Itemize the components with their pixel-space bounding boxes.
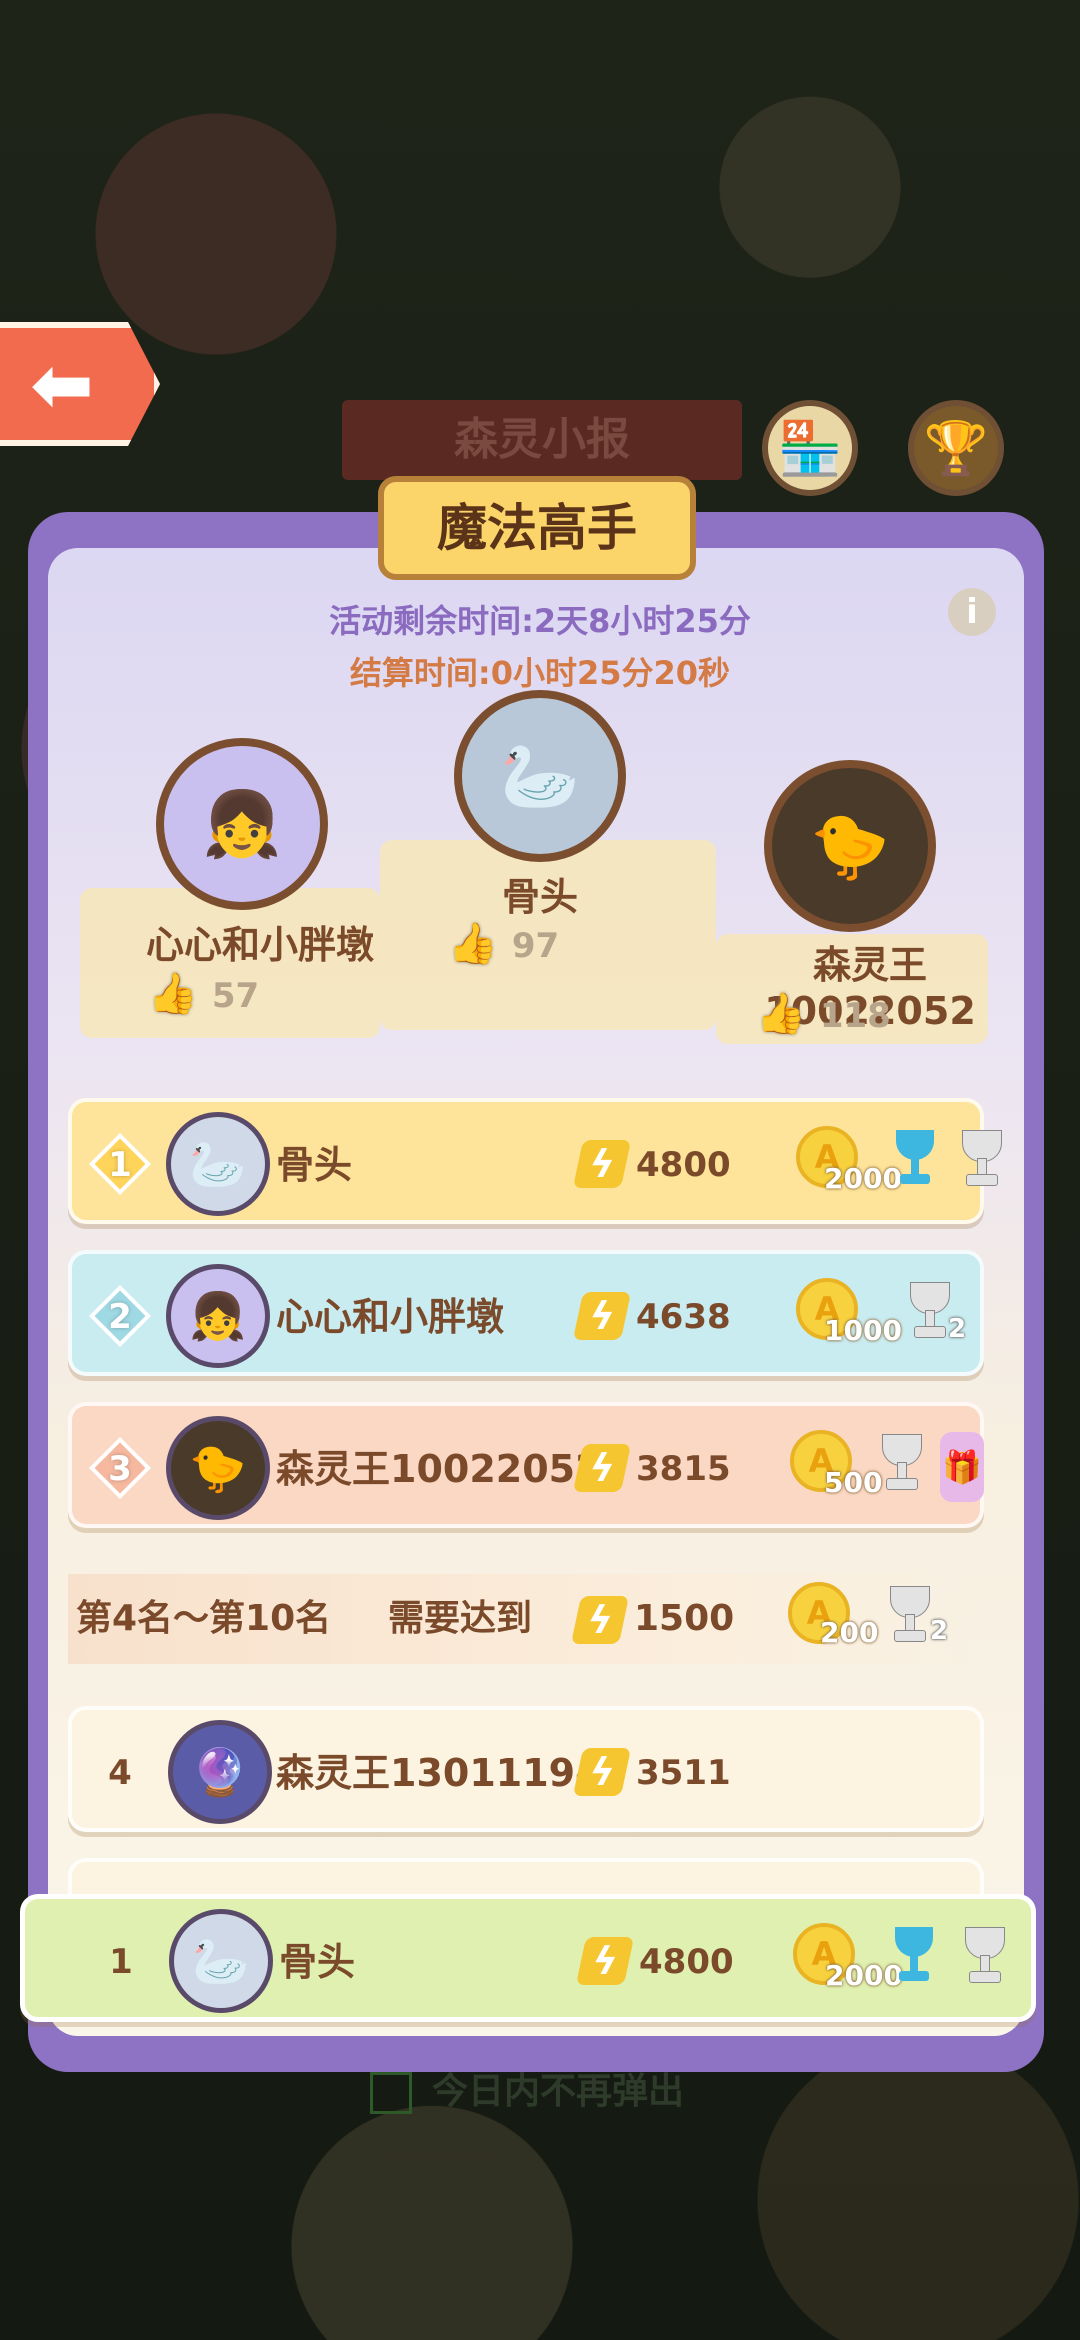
player-name: 森灵王13011194 <box>276 1751 602 1795</box>
silver-trophy-icon <box>965 1927 1005 1983</box>
my-ranking-row[interactable]: 1 🦢 骨头 ϟ 4800 A 2000 <box>20 1894 1036 2022</box>
score: 4800 <box>639 1942 734 1982</box>
player-name: 骨头 <box>279 1940 356 1984</box>
avatar-image: 🐤 <box>810 809 890 884</box>
remaining-time: 活动剩余时间:2天8小时25分 <box>329 602 751 640</box>
avatar-image: 🦢 <box>500 739 580 814</box>
silver-trophy-icon <box>890 1586 930 1642</box>
score: 3511 <box>636 1753 731 1793</box>
shop-icon[interactable]: 🏪 <box>762 400 858 496</box>
podium-second-avatar[interactable]: 👧 <box>156 738 328 910</box>
coin-reward: 2000 <box>824 1162 902 1195</box>
score: 4638 <box>636 1297 731 1337</box>
lightning-icon: ϟ <box>572 1444 632 1492</box>
lightning-icon: ϟ <box>570 1596 630 1644</box>
back-arrow-icon: ⬅ <box>30 339 94 429</box>
coin-reward: 500 <box>824 1466 883 1499</box>
gift-box-icon: 🎁 <box>940 1432 984 1502</box>
rank-number: 3 <box>108 1449 132 1489</box>
coin-reward: 200 <box>820 1616 879 1649</box>
avatar[interactable]: 🦢 <box>166 1112 270 1216</box>
ranking-row-4[interactable]: 4 🔮 森灵王13011194 ϟ 3511 <box>68 1706 984 1832</box>
podium-third-likes[interactable]: 👍 118 <box>756 990 891 1037</box>
podium-second-likes[interactable]: 👍 57 <box>148 970 259 1017</box>
score: 3815 <box>636 1449 731 1489</box>
threshold-score: 1500 <box>634 1598 735 1639</box>
dont-show-today-checkbox[interactable]: 今日内不再弹出 <box>370 2062 684 2114</box>
trophy-count: 2 <box>948 1314 967 1344</box>
coin-reward: 1000 <box>824 1314 902 1347</box>
blue-trophy-icon <box>895 1927 933 1983</box>
podium-third-avatar[interactable]: 🐤 <box>764 760 936 932</box>
rank-number: 1 <box>109 1942 133 1982</box>
podium-second-name: 心心和小胖墩 <box>145 923 374 967</box>
dont-show-today-label: 今日内不再弹出 <box>432 2071 685 2112</box>
lightning-icon: ϟ <box>575 1937 635 1985</box>
avatar[interactable]: 🔮 <box>168 1720 272 1824</box>
ranking-row-3[interactable]: 3 🐤 森灵王10022052 ϟ 3815 A 500 🎁 <box>68 1402 984 1528</box>
thumbs-up-icon: 👍 <box>148 971 198 1017</box>
blue-trophy-icon <box>896 1130 934 1186</box>
thumbs-up-icon: 👍 <box>756 991 806 1037</box>
checkbox-icon <box>370 2072 412 2114</box>
score: 4800 <box>636 1145 731 1185</box>
lightning-icon: ϟ <box>572 1140 632 1188</box>
podium-first-name: 骨头 <box>501 875 578 919</box>
trophy-icon[interactable]: 🏆 <box>908 400 1004 496</box>
lightning-icon: ϟ <box>572 1292 632 1340</box>
like-count: 118 <box>819 996 891 1036</box>
ranking-row-2[interactable]: 2 👧 心心和小胖墩 ϟ 4638 A 1000 2 <box>68 1250 984 1376</box>
player-name: 森灵王10022052 <box>276 1447 602 1491</box>
avatar[interactable]: 👧 <box>166 1264 270 1368</box>
coin-reward: 2000 <box>825 1959 903 1992</box>
player-name: 骨头 <box>276 1143 353 1187</box>
lightning-icon: ϟ <box>572 1748 632 1796</box>
silver-trophy-icon <box>962 1130 1002 1186</box>
rank-number: 1 <box>108 1145 132 1185</box>
avatar[interactable]: 🦢 <box>169 1909 273 2013</box>
ranking-row-1[interactable]: 1 🦢 骨头 ϟ 4800 A 2000 <box>68 1098 1002 1224</box>
panel-title: 魔法高手 <box>378 476 696 580</box>
like-count: 57 <box>211 976 260 1016</box>
podium-first-likes[interactable]: 👍 97 <box>448 920 559 967</box>
podium-first-avatar[interactable]: 🦢 <box>454 690 626 862</box>
threshold-row: 第4名～第10名 需要达到 ϟ 1500 A 200 2 <box>68 1574 976 1664</box>
avatar-image: 👧 <box>202 787 282 862</box>
silver-trophy-icon <box>882 1434 922 1490</box>
like-count: 97 <box>511 926 560 966</box>
silver-trophy-icon <box>910 1282 950 1338</box>
avatar[interactable]: 🐤 <box>166 1416 270 1520</box>
news-banner: 森灵小报 <box>342 400 742 480</box>
threshold-range: 第4名～第10名 <box>76 1598 332 1639</box>
player-name: 心心和小胖墩 <box>276 1295 505 1339</box>
rank-number: 4 <box>108 1753 132 1793</box>
back-button[interactable]: ⬅ <box>0 322 160 446</box>
settle-time: 结算时间:0小时25分20秒 <box>349 654 731 692</box>
threshold-requirement: 需要达到 <box>388 1598 533 1639</box>
trophy-count: 2 <box>930 1616 949 1646</box>
thumbs-up-icon: 👍 <box>448 921 498 967</box>
rank-number: 2 <box>108 1297 132 1337</box>
